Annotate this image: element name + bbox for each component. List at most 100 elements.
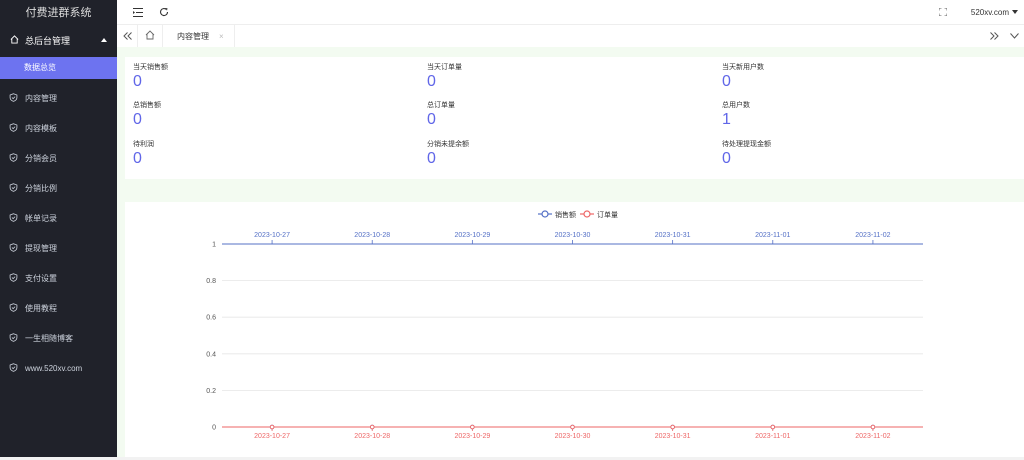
shield-check-icon	[9, 183, 18, 194]
shield-check-icon	[9, 123, 18, 134]
legend-marker	[584, 211, 590, 217]
sidebar-item-label: www.520xv.com	[25, 364, 82, 373]
caret-up-icon	[101, 38, 107, 42]
bottom-axis-label: 2023-10-27	[254, 433, 290, 440]
top-axis-label: 2023-10-27	[254, 232, 290, 239]
y-tick-label: 0.6	[206, 315, 216, 322]
stat-item: 总销售额0	[133, 100, 333, 129]
sidebar-item[interactable]: 分销会员	[0, 143, 117, 173]
data-point[interactable]	[771, 425, 775, 429]
tab-close-icon[interactable]: ×	[219, 32, 224, 41]
tab-scroll-left-icon[interactable]	[117, 25, 137, 47]
stat-value: 0	[133, 111, 333, 129]
sidebar-item-label: 帐单记录	[25, 213, 57, 224]
stat-label: 当天销售额	[133, 62, 333, 72]
user-menu[interactable]: 520xv.com	[971, 8, 1018, 17]
refresh-icon[interactable]	[152, 0, 176, 24]
stat-item: 当天新用户数0	[722, 62, 922, 91]
stat-item: 总用户数1	[722, 100, 922, 129]
sidebar-item-label: 提现管理	[25, 243, 57, 254]
tab-content-manage[interactable]: 内容管理 ×	[163, 25, 235, 47]
stat-value: 0	[427, 150, 627, 168]
stat-label: 当天订单量	[427, 62, 627, 72]
sidebar-item[interactable]: 使用教程	[0, 293, 117, 323]
stat-label: 总用户数	[722, 100, 922, 110]
stat-value: 0	[722, 150, 922, 168]
stat-item: 分销未提余额0	[427, 139, 627, 168]
shield-check-icon	[9, 273, 18, 284]
fullscreen-icon[interactable]	[931, 0, 955, 24]
bottom-axis-label: 2023-10-29	[454, 433, 490, 440]
sidebar-item[interactable]: 支付设置	[0, 263, 117, 293]
stat-value: 0	[722, 73, 922, 91]
data-point[interactable]	[871, 425, 875, 429]
top-axis-label: 2023-10-31	[655, 232, 691, 239]
sidebar-item[interactable]: 内容管理	[0, 83, 117, 113]
stat-item: 当天订单量0	[427, 62, 627, 91]
y-tick-label: 0.4	[206, 351, 216, 358]
sidebar-item[interactable]: www.520xv.com	[0, 353, 117, 383]
legend-item[interactable]: 订单量	[580, 210, 618, 219]
sidebar-item[interactable]: 提现管理	[0, 233, 117, 263]
sidebar-item-label: 分销比例	[25, 183, 57, 194]
legend-label: 销售额	[555, 210, 576, 219]
main-content: 当天销售额0当天订单量0当天新用户数0总销售额0总订单量0总用户数1待利润0分销…	[117, 47, 1024, 457]
shield-check-icon	[9, 153, 18, 164]
sidebar-item-dashboard[interactable]: 数据总览	[0, 57, 117, 79]
user-name: 520xv.com	[971, 8, 1009, 17]
top-bar: 520xv.com	[117, 0, 1024, 24]
menu-fold-icon[interactable]	[126, 0, 150, 24]
top-axis-label: 2023-11-01	[755, 232, 790, 239]
data-point[interactable]	[571, 425, 575, 429]
stat-label: 分销未提余额	[427, 139, 627, 149]
sidebar-item[interactable]: 帐单记录	[0, 203, 117, 233]
data-point[interactable]	[370, 425, 374, 429]
shield-check-icon	[9, 93, 18, 104]
top-axis-label: 2023-10-30	[555, 232, 591, 239]
home-tab[interactable]	[137, 25, 163, 47]
stat-value: 0	[427, 73, 627, 91]
data-point[interactable]	[471, 425, 475, 429]
y-tick-label: 1	[212, 242, 216, 249]
data-point[interactable]	[270, 425, 274, 429]
tab-scroll-right-icon[interactable]	[984, 25, 1004, 47]
tab-bar: 内容管理 ×	[117, 24, 1024, 48]
bottom-axis-label: 2023-11-02	[855, 433, 890, 440]
sidebar-item[interactable]: 分销比例	[0, 173, 117, 203]
top-axis-label: 2023-11-02	[855, 232, 890, 239]
stat-label: 总销售额	[133, 100, 333, 110]
stat-item: 总订单量0	[427, 100, 627, 129]
home-icon	[145, 29, 155, 43]
stat-label: 总订单量	[427, 100, 627, 110]
caret-down-icon	[1012, 10, 1018, 14]
stat-label: 待利润	[133, 139, 333, 149]
stat-value: 1	[722, 111, 922, 129]
chart-legend: 销售额 订单量	[538, 210, 618, 219]
tab-label: 内容管理	[177, 31, 209, 42]
tab-more-icon[interactable]	[1004, 25, 1024, 47]
menu-group-admin[interactable]: 总后台管理	[0, 26, 117, 54]
bottom-axis-label: 2023-10-31	[655, 433, 691, 440]
sidebar-item-label: 内容模板	[25, 123, 57, 134]
stat-value: 0	[133, 150, 333, 168]
stat-label: 当天新用户数	[722, 62, 922, 72]
legend-marker	[542, 211, 548, 217]
sidebar-item[interactable]: 内容模板	[0, 113, 117, 143]
data-point[interactable]	[671, 425, 675, 429]
stat-item: 当天销售额0	[133, 62, 333, 91]
legend-label: 订单量	[597, 210, 618, 219]
app-title: 付费进群系统	[0, 0, 117, 26]
stat-value: 0	[133, 73, 333, 91]
y-tick-label: 0.2	[206, 388, 216, 395]
legend-item[interactable]: 销售额	[538, 210, 576, 219]
sidebar-item[interactable]: 一生相随博客	[0, 323, 117, 353]
sidebar-item-label: 内容管理	[25, 93, 57, 104]
chart-card: 销售额订单量00.20.40.60.812023-10-272023-10-27…	[125, 202, 1024, 457]
stat-label: 待处理提现金额	[722, 139, 922, 149]
y-tick-label: 0.8	[206, 278, 216, 285]
stat-value: 0	[427, 111, 627, 129]
bottom-axis-label: 2023-10-30	[555, 433, 591, 440]
shield-check-icon	[9, 243, 18, 254]
sidebar-item-label: 支付设置	[25, 273, 57, 284]
sidebar: 付费进群系统 总后台管理 数据总览 内容管理内容模板分销会员分销比例帐单记录提现…	[0, 0, 117, 457]
